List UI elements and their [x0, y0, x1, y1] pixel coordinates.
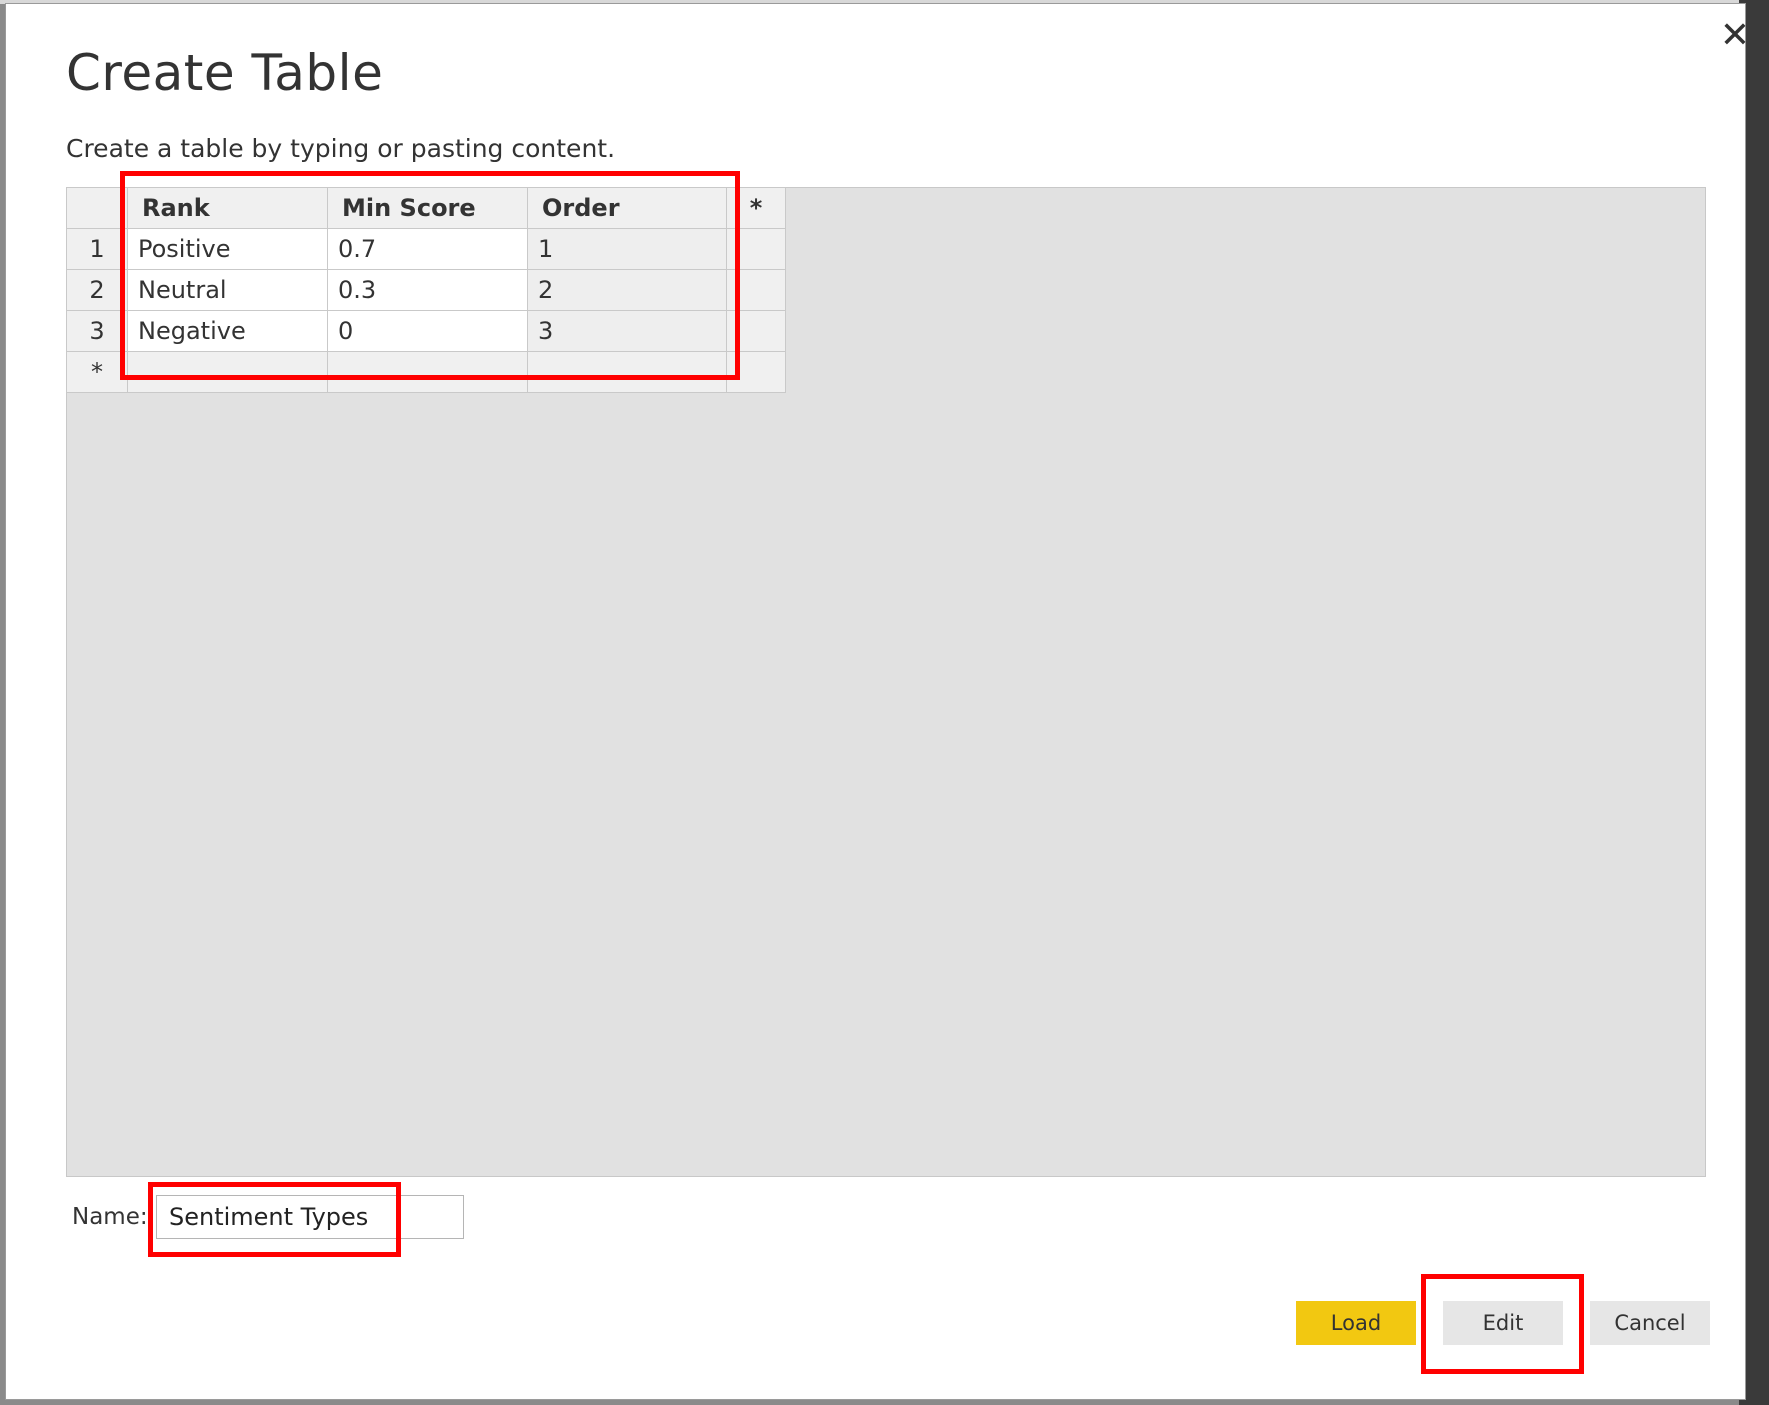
- row-number: 2: [66, 269, 128, 311]
- table-row: 3 Negative 0 3: [66, 310, 786, 352]
- table-row: 2 Neutral 0.3 2: [66, 269, 786, 311]
- edit-button[interactable]: Edit: [1443, 1301, 1563, 1345]
- corner-cell: [66, 187, 128, 229]
- add-column-button[interactable]: *: [726, 187, 786, 229]
- new-row-cell[interactable]: [527, 351, 727, 393]
- new-row-cell[interactable]: [127, 351, 328, 393]
- cancel-button[interactable]: Cancel: [1590, 1301, 1710, 1345]
- table-cell-empty: [726, 310, 786, 352]
- table-name-input[interactable]: [156, 1195, 464, 1239]
- close-icon[interactable]: ✕: [1715, 16, 1755, 56]
- new-row-cell[interactable]: [327, 351, 528, 393]
- dialog-subtitle: Create a table by typing or pasting cont…: [66, 134, 616, 163]
- new-row-cell-empty: [726, 351, 786, 393]
- add-row-button[interactable]: *: [66, 351, 128, 393]
- header-row: Rank Min Score Order *: [66, 187, 786, 229]
- table-cell[interactable]: 1: [527, 228, 727, 270]
- dialog-title: Create Table: [66, 44, 384, 102]
- table-cell[interactable]: 0.3: [327, 269, 528, 311]
- table-cell[interactable]: 0: [327, 310, 528, 352]
- table-cell-empty: [726, 269, 786, 311]
- create-table-dialog: ✕ Create Table Create a table by typing …: [5, 3, 1750, 1400]
- new-row: *: [66, 351, 786, 393]
- table-cell[interactable]: 0.7: [327, 228, 528, 270]
- table-row: 1 Positive 0.7 1: [66, 228, 786, 270]
- column-header-min-score[interactable]: Min Score: [327, 187, 528, 229]
- column-header-order[interactable]: Order: [527, 187, 727, 229]
- table-cell[interactable]: 3: [527, 310, 727, 352]
- column-header-rank[interactable]: Rank: [127, 187, 328, 229]
- table-editor-area[interactable]: Rank Min Score Order * 1 Positive 0.7 1 …: [66, 187, 1706, 1177]
- table-cell[interactable]: Neutral: [127, 269, 328, 311]
- table-cell[interactable]: Positive: [127, 228, 328, 270]
- row-number: 3: [66, 310, 128, 352]
- table-cell[interactable]: Negative: [127, 310, 328, 352]
- name-label: Name:: [72, 1204, 148, 1230]
- data-table: Rank Min Score Order * 1 Positive 0.7 1 …: [66, 187, 786, 393]
- table-cell[interactable]: 2: [527, 269, 727, 311]
- table-cell-empty: [726, 228, 786, 270]
- load-button[interactable]: Load: [1296, 1301, 1416, 1345]
- row-number: 1: [66, 228, 128, 270]
